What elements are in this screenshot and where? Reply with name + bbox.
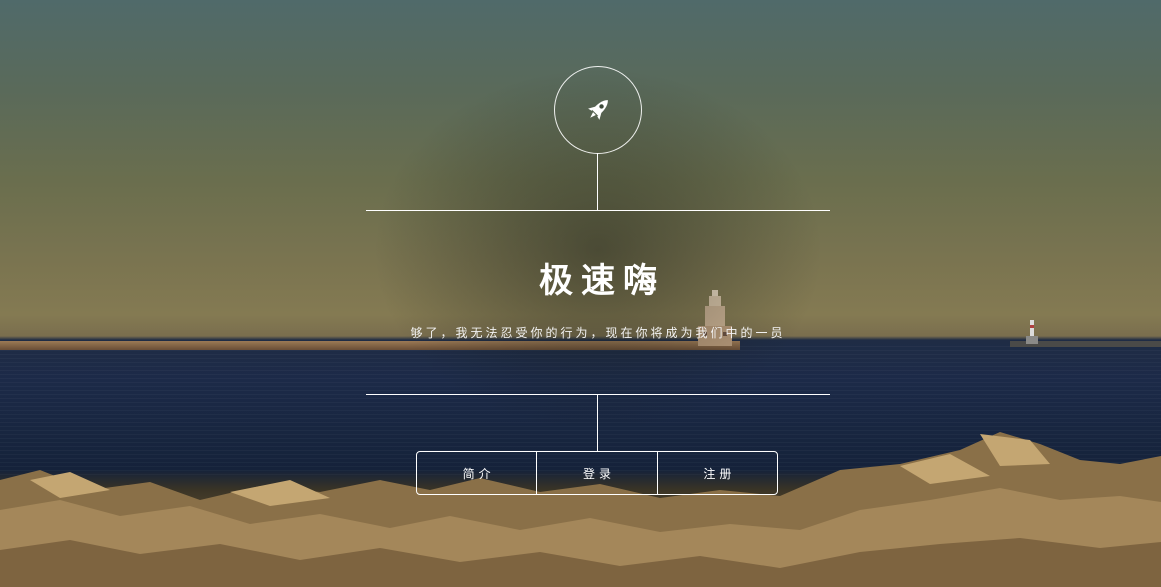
site-title: 极速嗨 — [539, 261, 665, 301]
nav-register-button[interactable]: 注册 — [656, 452, 777, 494]
rocks-foreground — [0, 432, 1161, 587]
rocket-icon — [588, 100, 608, 120]
distant-lighthouse — [1026, 320, 1038, 344]
logo-circle — [554, 66, 642, 154]
site-tagline: 够了，我无法忍受你的行为，现在你将成为我们中的一员 — [410, 326, 786, 340]
main-nav: 简介 登录 注册 — [416, 451, 778, 495]
connector-line-bottom — [597, 395, 598, 451]
divider-bottom — [366, 394, 830, 395]
nav-login-button[interactable]: 登录 — [536, 452, 656, 494]
nav-intro-button[interactable]: 简介 — [417, 452, 536, 494]
pier — [0, 341, 740, 350]
connector-line-top — [597, 153, 598, 210]
background-photo: 极速嗨 够了，我无法忍受你的行为，现在你将成为我们中的一员 简介 登录 注册 — [0, 0, 1161, 587]
divider-top — [366, 210, 830, 211]
